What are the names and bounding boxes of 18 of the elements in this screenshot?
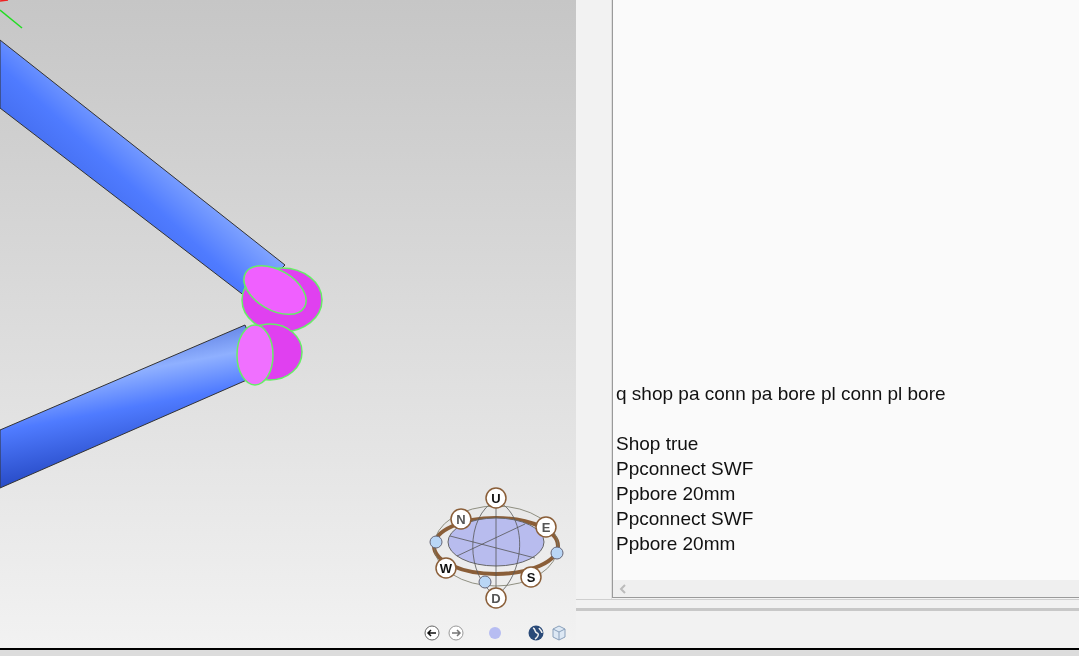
result-line: Shop true: [616, 432, 700, 456]
north-label[interactable]: N: [450, 508, 472, 530]
south-label[interactable]: S: [520, 566, 542, 588]
result-line: Ppconnect SWF: [616, 457, 755, 481]
3d-viewport[interactable]: U N E W S D: [0, 0, 576, 648]
east-label[interactable]: E: [535, 516, 557, 538]
west-label[interactable]: W: [435, 557, 457, 579]
chevron-left-icon[interactable]: [619, 583, 627, 594]
up-label[interactable]: U: [485, 487, 507, 509]
dot-icon[interactable]: [489, 627, 501, 639]
globe-icon[interactable]: [528, 625, 544, 641]
result-line: Ppbore 20mm: [616, 482, 737, 506]
down-label[interactable]: D: [485, 587, 507, 609]
horizontal-scrollbar[interactable]: [613, 580, 1079, 597]
result-line: Ppbore 20mm: [616, 532, 737, 556]
result-line: Ppconnect SWF: [616, 507, 755, 531]
cube-icon[interactable]: [551, 625, 567, 641]
command-text: q shop pa conn pa bore pl conn pl bore: [616, 382, 947, 406]
